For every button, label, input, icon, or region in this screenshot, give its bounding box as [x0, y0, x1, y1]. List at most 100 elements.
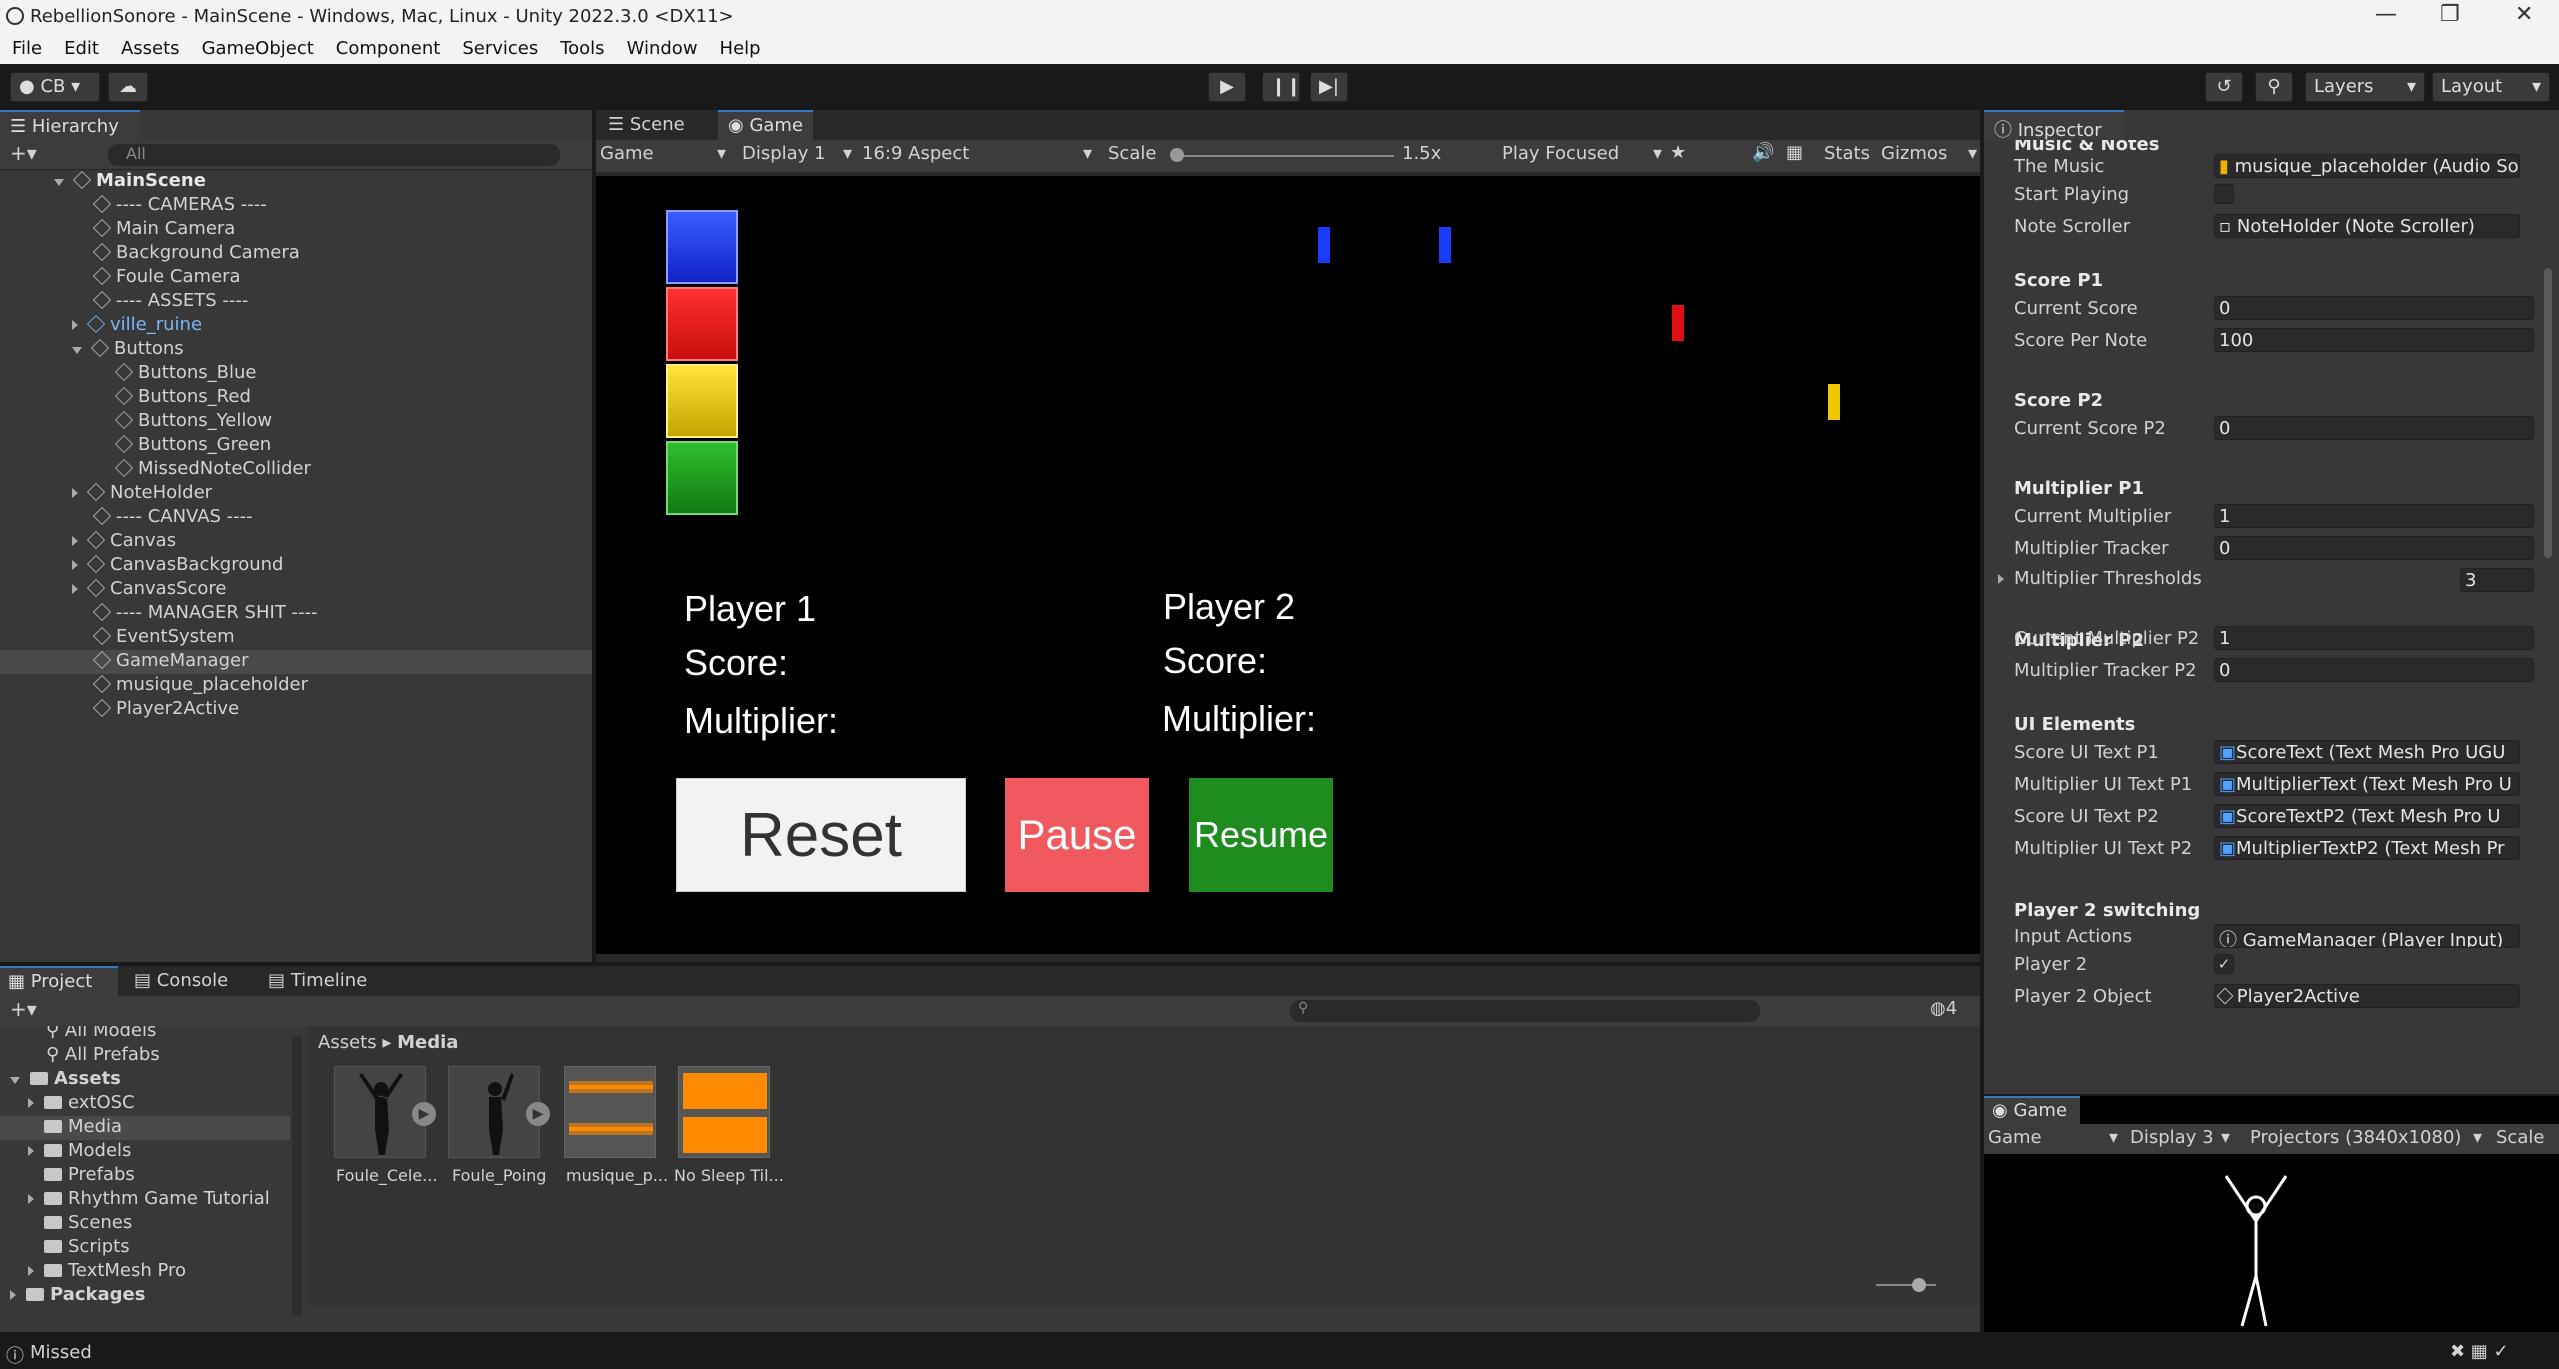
menu-edit[interactable]: Edit: [52, 36, 109, 59]
menu-gameobject[interactable]: GameObject: [190, 36, 324, 59]
note-scroller-field[interactable]: ▫ NoteHolder (Note Scroller): [2214, 214, 2520, 238]
pause-icon[interactable]: ❙❙: [1262, 72, 1301, 102]
tree-item[interactable]: CanvasBackground: [0, 554, 283, 578]
current-mult-p2-field[interactable]: 1: [2214, 626, 2534, 650]
tab-hierarchy[interactable]: ☰ Hierarchy: [0, 110, 140, 140]
tree-item[interactable]: CanvasScore: [0, 578, 226, 602]
mult-tracker-p2-field[interactable]: 0: [2214, 658, 2534, 682]
score-ui-p1-field[interactable]: ▣ScoreText (Text Mesh Pro UGU: [2214, 740, 2520, 764]
tree-item[interactable]: Buttons_Yellow: [0, 410, 272, 434]
score-per-note-field[interactable]: 100: [2214, 328, 2534, 352]
maximize-icon[interactable]: ❐: [2440, 2, 2460, 27]
minimize-icon[interactable]: —: [2375, 2, 2397, 27]
tree-item[interactable]: ---- CAMERAS ----: [0, 194, 267, 218]
folder-item-selected[interactable]: Media: [0, 1116, 290, 1140]
tree-item[interactable]: EventSystem: [0, 626, 235, 650]
scene-root[interactable]: MainScene: [0, 170, 206, 194]
tree-item-selected[interactable]: GameManager: [0, 650, 592, 674]
resume-button[interactable]: Resume: [1189, 778, 1333, 892]
game-viewport[interactable]: Player 1 Score: Multiplier: Player 2 Sco…: [596, 176, 1980, 954]
keyboard-icon[interactable]: ▦: [1786, 142, 1803, 163]
zoom-slider-handle[interactable]: [1912, 1278, 1926, 1292]
game2-resolution-dropdown[interactable]: Projectors (3840x1080) ▾: [2250, 1127, 2482, 1148]
tree-item[interactable]: ---- CANVAS ----: [0, 506, 253, 530]
mult-thresholds-label[interactable]: Multiplier Thresholds: [1998, 568, 2202, 589]
hierarchy-search-input[interactable]: All: [108, 144, 560, 166]
mult-thresholds-size[interactable]: 3: [2460, 568, 2534, 592]
current-score-field[interactable]: 0: [2214, 296, 2534, 320]
tree-item[interactable]: Buttons: [0, 338, 184, 362]
assets-root[interactable]: Assets: [0, 1068, 121, 1092]
audio-icon[interactable]: 🔊: [1752, 142, 1774, 163]
tree-item[interactable]: Background Camera: [0, 242, 300, 266]
status-message[interactable]: Missed: [30, 1342, 92, 1363]
asset-thumb-no-sleep[interactable]: [678, 1066, 770, 1158]
tree-item[interactable]: ---- MANAGER SHIT ----: [0, 602, 318, 626]
tree-item[interactable]: MissedNoteCollider: [0, 458, 311, 482]
tree-item[interactable]: Canvas: [0, 530, 176, 554]
scale-slider[interactable]: [1174, 155, 1394, 157]
zoom-slider[interactable]: [1876, 1284, 1936, 1286]
bug-icon[interactable]: ★: [1670, 142, 1686, 163]
layout-dropdown[interactable]: Layout ▾: [2432, 72, 2550, 102]
tree-item[interactable]: Buttons_Red: [0, 386, 251, 410]
menu-help[interactable]: Help: [708, 36, 771, 59]
tree-item[interactable]: Buttons_Green: [0, 434, 271, 458]
inspector-scrollbar[interactable]: [2544, 268, 2552, 558]
close-icon[interactable]: ✕: [2515, 2, 2533, 27]
menu-services[interactable]: Services: [450, 36, 548, 59]
mult-ui-p1-field[interactable]: ▣MultiplierText (Text Mesh Pro U: [2214, 772, 2520, 796]
folder-item[interactable]: Prefabs: [0, 1164, 135, 1188]
breadcrumb-leaf[interactable]: Media: [397, 1032, 458, 1053]
account-button[interactable]: ● CB ▾: [10, 72, 100, 102]
tab-console[interactable]: ▤ Console: [134, 970, 228, 991]
display-dropdown[interactable]: Display 1 ▾: [742, 143, 852, 164]
mult-ui-p2-field[interactable]: ▣MultiplierTextP2 (Text Mesh Pr: [2214, 836, 2520, 860]
tree-item[interactable]: Main Camera: [0, 218, 235, 242]
start-playing-checkbox[interactable]: [2214, 184, 2234, 204]
input-actions-field[interactable]: ⓘ GameManager (Player Input): [2214, 924, 2520, 948]
game-mode-dropdown[interactable]: Game ▾: [600, 143, 726, 164]
breadcrumb-root[interactable]: Assets: [318, 1032, 377, 1053]
game2-mode-dropdown[interactable]: Game ▾: [1988, 1127, 2118, 1148]
folder-item[interactable]: Scenes: [0, 1212, 132, 1236]
player2-checkbox[interactable]: ✓: [2214, 954, 2234, 974]
project-search-input[interactable]: ⚲: [1290, 1000, 1760, 1022]
menu-assets[interactable]: Assets: [109, 36, 190, 59]
tree-item[interactable]: musique_placeholder: [0, 674, 308, 698]
stats-button[interactable]: Stats: [1824, 143, 1870, 164]
the-music-field[interactable]: ▮ musique_placeholder (Audio So: [2214, 154, 2520, 178]
play-preview-icon[interactable]: ▶: [526, 1102, 550, 1126]
play-preview-icon[interactable]: ▶: [412, 1102, 436, 1126]
folder-item[interactable]: Scripts: [0, 1236, 130, 1260]
tab-scene[interactable]: ☰ Scene: [602, 112, 691, 137]
folder-item[interactable]: extOSC: [0, 1092, 135, 1116]
current-mult-field[interactable]: 1: [2214, 504, 2534, 528]
history-icon[interactable]: ↺: [2205, 72, 2243, 102]
tree-item[interactable]: NoteHolder: [0, 482, 212, 506]
menu-component[interactable]: Component: [324, 36, 451, 59]
project-add-icon[interactable]: +▾: [10, 997, 37, 1021]
tree-item[interactable]: ville_ruine: [0, 314, 202, 338]
step-icon[interactable]: ▶|: [1310, 72, 1348, 102]
status-icons[interactable]: ✖ ▦ ✓: [2450, 1341, 2509, 1362]
pause-button[interactable]: Pause: [1005, 778, 1149, 892]
mult-tracker-field[interactable]: 0: [2214, 536, 2534, 560]
score-ui-p2-field[interactable]: ▣ScoreTextP2 (Text Mesh Pro U: [2214, 804, 2520, 828]
tree-item[interactable]: Foule Camera: [0, 266, 241, 290]
asset-thumb-musique[interactable]: [564, 1066, 656, 1158]
current-score-p2-field[interactable]: 0: [2214, 416, 2534, 440]
folder-item[interactable]: TextMesh Pro: [0, 1260, 186, 1284]
tab-game2[interactable]: ◉ Game: [1984, 1096, 2080, 1124]
packages-root[interactable]: Packages: [0, 1284, 145, 1308]
tree-item[interactable]: Player2Active: [0, 698, 239, 722]
gizmos-dropdown[interactable]: Gizmos ▾: [1881, 143, 1977, 164]
favorite-item[interactable]: ⚲ All Prefabs: [0, 1044, 160, 1068]
add-icon[interactable]: +▾: [10, 141, 37, 165]
game2-display-dropdown[interactable]: Display 3 ▾: [2130, 1127, 2230, 1148]
scale-slider-handle[interactable]: [1170, 148, 1184, 162]
tab-game[interactable]: ◉ Game: [718, 110, 814, 140]
aspect-dropdown[interactable]: 16:9 Aspect ▾: [862, 143, 1092, 164]
tree-item[interactable]: Buttons_Blue: [0, 362, 257, 386]
play-button[interactable]: ▶: [1208, 72, 1246, 102]
